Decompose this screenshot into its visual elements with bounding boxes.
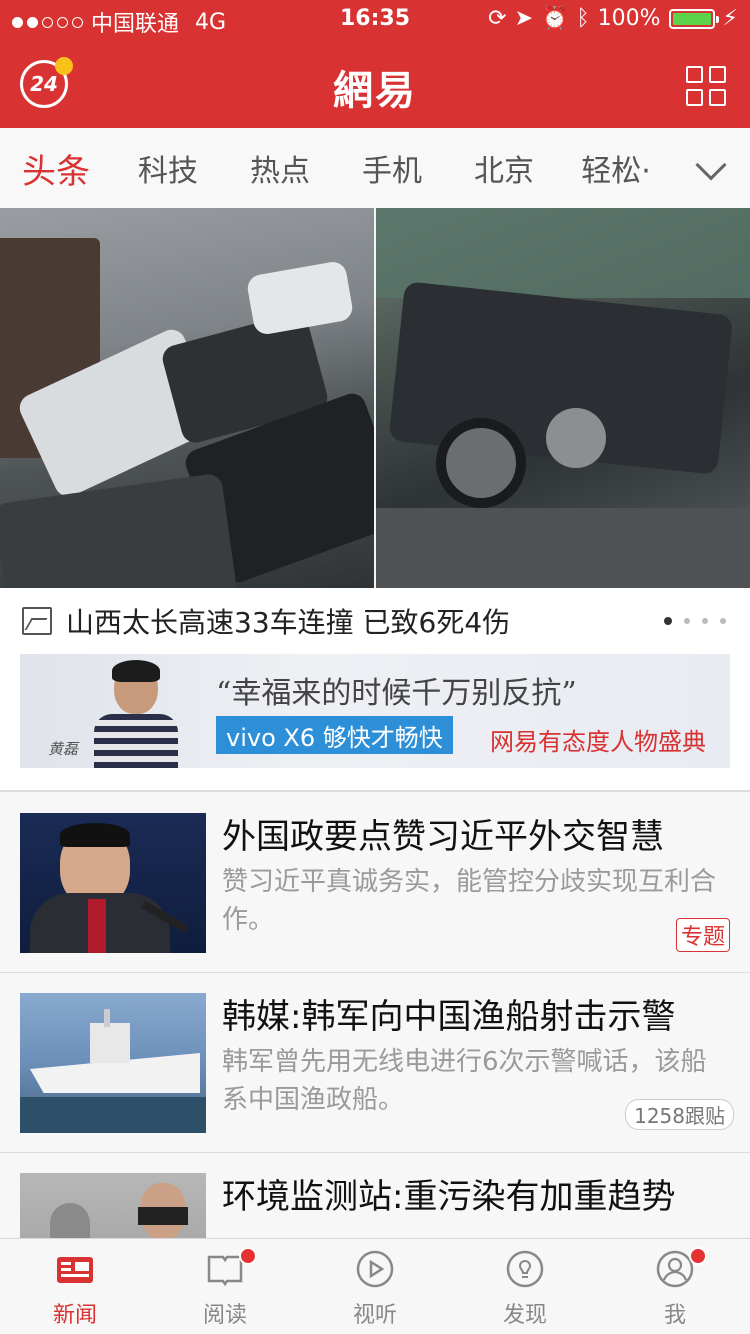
ad-event: 网易有态度人物盛典 [490,728,706,756]
charging-icon: ⚡ [722,6,738,31]
news-title: 外国政要点赞习近平外交智慧 [222,817,664,857]
tab-video[interactable]: 视听 [300,1239,450,1334]
tab-tech[interactable]: 科技 [112,146,224,190]
comment-count-badge: 1258跟贴 [625,1099,734,1130]
hero-carousel[interactable] [0,208,750,588]
page-dot [702,618,708,624]
page-dot [720,618,726,624]
channel-tabs: 头条 科技 热点 手机 北京 轻松· [0,128,750,208]
app-header: 24 網易 [0,40,750,128]
tab-news-label: 新闻 [52,1303,97,1328]
alarm-icon: ⏰ [541,6,569,31]
news-desc: 赞习近平真诚务实，能管控分歧实现互利合作。 [222,867,717,935]
ad-banner[interactable]: 黄磊 “幸福来的时候千万别反抗” vivo X6 够快才畅快 网易有态度人物盛典 [20,654,730,768]
hero-image-right [376,208,750,588]
news-item[interactable]: 韩媒:韩军向中国渔船射击示警 韩军曾先用无线电进行6次示警喊话，该船系中国渔政船… [0,973,750,1153]
ad-section: 黄磊 “幸福来的时候千万别反抗” vivo X6 够快才畅快 网易有态度人物盛典 [0,654,750,792]
tab-hot[interactable]: 热点 [224,146,336,190]
tab-news[interactable]: 新闻 [0,1239,150,1334]
ad-signature: 黄磊 [48,740,79,758]
page-dot [684,618,690,624]
news-title: 环境监测站:重污染有加重趋势 [222,1177,676,1217]
tab-mobile[interactable]: 手机 [336,146,448,190]
notification-badge [689,1247,707,1265]
image-gallery-icon [22,607,52,635]
bottom-tab-bar: 新闻 阅读 视听 发现 我 [0,1238,750,1334]
news-icon [57,1257,93,1283]
app-logo: 網易 [333,67,417,114]
carousel-pager [664,617,726,625]
tab-beijing[interactable]: 北京 [448,146,560,190]
hero-caption[interactable]: 山西太长高速33车连撞 已致6死4伤 [0,588,750,654]
ad-product: vivo X6 够快才畅快 [216,716,453,754]
battery-icon [668,8,719,29]
news-title: 韩媒:韩军向中国渔船射击示警 [222,997,676,1037]
status-icons: ⟳ ➤ ⏰ ᛒ 100% ⚡ [488,6,738,31]
tab-read[interactable]: 阅读 [150,1239,300,1334]
news-thumbnail [20,993,206,1133]
news-item[interactable]: 外国政要点赞习近平外交智慧 赞习近平真诚务实，能管控分歧实现互利合作。 专题 [0,793,750,973]
news-thumbnail [20,813,206,953]
tab-video-label: 视听 [352,1303,397,1328]
grid-menu-icon[interactable] [686,66,726,106]
tab-headlines[interactable]: 头条 [0,144,112,193]
tab-relax[interactable]: 轻松· [560,146,672,190]
notification-badge [239,1247,257,1265]
hero-title: 山西太长高速33车连撞 已致6死4伤 [66,606,511,639]
topic-badge: 专题 [675,918,730,952]
bulb-icon [506,1250,544,1288]
chevron-down-icon[interactable] [695,149,727,181]
tab-discover-label: 发现 [502,1303,547,1328]
tab-discover[interactable]: 发现 [450,1239,600,1334]
play-icon [356,1250,394,1288]
ad-slogan: “幸福来的时候千万别反抗” [216,676,577,711]
status-bar: 中国联通 4G 16:35 ⟳ ➤ ⏰ ᛒ 100% ⚡ [0,0,750,40]
battery-percent: 100% [597,6,661,31]
tab-read-label: 阅读 [202,1303,247,1328]
location-icon: ➤ [514,6,534,31]
tab-me-label: 我 [663,1303,686,1328]
bluetooth-icon: ᛒ [576,6,590,31]
hero-image-left [0,208,374,588]
page-dot-active [664,617,672,625]
rotation-lock-icon: ⟳ [488,6,507,31]
ad-celebrity-photo [90,660,182,768]
tab-me[interactable]: 我 [600,1239,750,1334]
